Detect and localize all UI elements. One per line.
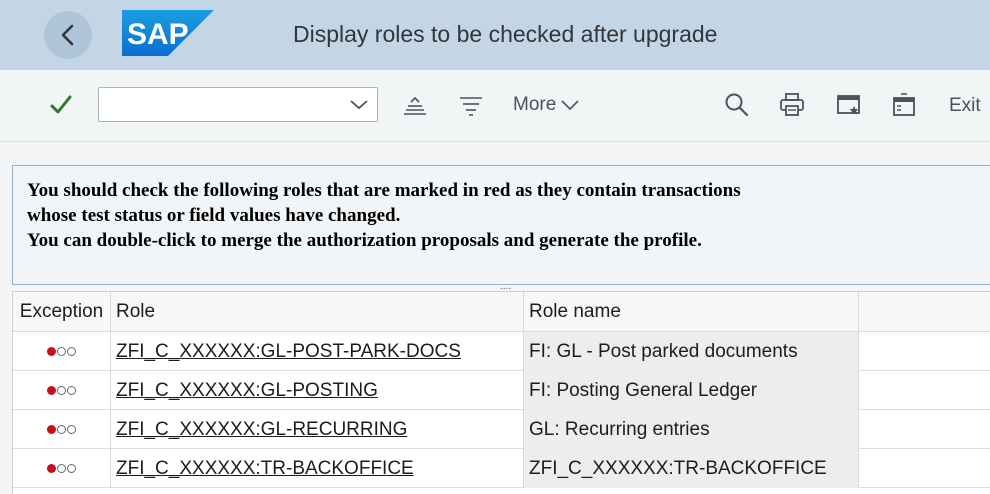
window-layout-icon	[893, 93, 915, 116]
role-cell: ZFI_C_XXXXXX:GL-RECURRING	[111, 410, 524, 449]
chevron-left-icon	[61, 24, 74, 46]
exception-cell	[13, 371, 111, 410]
role-cell: ZFI_C_XXXXXX:GL-POSTING	[111, 371, 524, 410]
new-session-button[interactable]	[834, 90, 864, 120]
role-link[interactable]: ZFI_C_XXXXXX:TR-BACKOFFICE	[116, 458, 414, 480]
role-name-cell: ZFI_C_XXXXXX:TR-BACKOFFICE	[524, 449, 859, 488]
printer-icon	[780, 93, 804, 116]
shell-header: SAP Display roles to be checked after up…	[0, 0, 990, 70]
search-icon	[725, 93, 749, 117]
page-title: Display roles to be checked after upgrad…	[293, 21, 718, 47]
command-field[interactable]	[98, 87, 378, 122]
table-row[interactable]: ZFI_C_XXXXXX:GL-RECURRING GL: Recurring …	[13, 410, 990, 449]
table-header-row: Exception Role Role name	[13, 292, 990, 332]
exception-cell	[13, 410, 111, 449]
column-header-empty	[859, 292, 990, 331]
more-label: More	[513, 94, 557, 115]
role-name-cell: FI: GL - Post parked documents	[524, 332, 859, 371]
role-link[interactable]: ZFI_C_XXXXXX:GL-POST-PARK-DOCS	[116, 341, 461, 363]
sap-logo: SAP	[122, 10, 214, 56]
traffic-light-red-icon	[47, 386, 76, 395]
roles-table: Exception Role Role name ZFI_C_XXXXXX:GL…	[12, 291, 990, 494]
filter-button[interactable]	[456, 92, 486, 118]
message-line-1: You should check the following roles tha…	[27, 180, 741, 201]
table-row[interactable]: ZFI_C_XXXXXX:GL-POST-PARK-DOCS FI: GL - …	[13, 332, 990, 371]
chevron-down-icon	[561, 100, 579, 111]
message-line-3: You can double-click to merge the author…	[27, 230, 702, 251]
enter-button[interactable]	[46, 90, 76, 120]
print-button[interactable]	[777, 90, 807, 120]
sort-ascending-icon	[404, 96, 426, 115]
role-cell: ZFI_C_XXXXXX:TR-BACKOFFICE	[111, 449, 524, 488]
table-row[interactable]: ZFI_C_XXXXXX:TR-BACKOFFICE ZFI_C_XXXXXX:…	[13, 449, 990, 488]
role-link[interactable]: ZFI_C_XXXXXX:GL-POSTING	[116, 380, 378, 402]
checkmark-icon	[50, 95, 72, 114]
sap-logo-text: SAP	[127, 18, 189, 51]
role-cell: ZFI_C_XXXXXX:GL-POST-PARK-DOCS	[111, 332, 524, 371]
role-name-cell: GL: Recurring entries	[524, 410, 859, 449]
traffic-light-red-icon	[47, 347, 76, 356]
column-header-role[interactable]: Role	[111, 292, 524, 331]
exception-cell	[13, 332, 111, 371]
chevron-down-icon[interactable]	[349, 96, 369, 112]
role-link[interactable]: ZFI_C_XXXXXX:GL-RECURRING	[116, 419, 407, 441]
column-header-exception[interactable]: Exception	[13, 292, 111, 331]
command-input[interactable]	[105, 88, 345, 119]
message-line-2: whose test status or field values have c…	[27, 205, 401, 226]
more-menu-button[interactable]: More	[513, 94, 580, 116]
traffic-light-red-icon	[47, 464, 76, 473]
sort-ascending-button[interactable]	[400, 92, 430, 118]
back-button[interactable]	[44, 11, 92, 59]
exit-button[interactable]: Exit	[949, 95, 981, 117]
filter-lines-icon	[460, 97, 482, 116]
traffic-light-red-icon	[47, 425, 76, 434]
role-name-cell: FI: Posting General Ledger	[524, 371, 859, 410]
column-header-role-name[interactable]: Role name	[524, 292, 859, 331]
search-button[interactable]	[722, 90, 752, 120]
exception-cell	[13, 449, 111, 488]
window-star-icon	[837, 95, 860, 115]
instruction-message-box: You should check the following roles tha…	[12, 165, 990, 285]
customize-layout-button[interactable]	[889, 90, 919, 120]
application-toolbar: More Exit	[0, 70, 990, 142]
table-row[interactable]: ZFI_C_XXXXXX:GL-POSTING FI: Posting Gene…	[13, 371, 990, 410]
